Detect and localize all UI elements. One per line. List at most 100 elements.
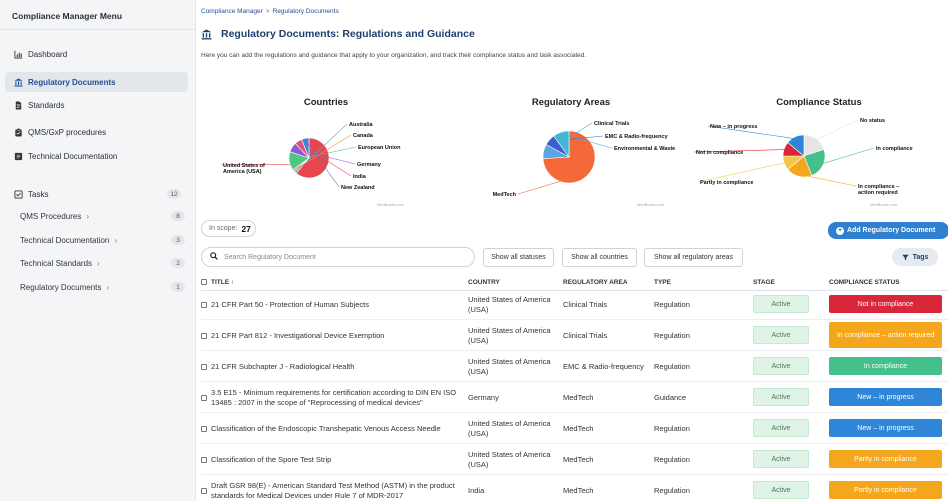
cell-title[interactable]: Draft GSR 98(E) - American Standard Test…	[201, 475, 463, 501]
table-row[interactable]: 3.5 E15 - Minimum requirements for certi…	[201, 382, 948, 413]
cell-type: Guidance	[654, 392, 687, 402]
book-icon	[13, 151, 23, 161]
cell-title[interactable]: 21 CFR Subchapter J - Radiological Healt…	[201, 351, 463, 382]
table-row[interactable]: Draft GSR 98(E) - American Standard Test…	[201, 475, 948, 501]
sidebar-subitem-technical-standards[interactable]: Technical Standards › 2	[20, 255, 188, 271]
row-title[interactable]: Draft GSR 98(E) - American Standard Test…	[211, 481, 461, 501]
column-regulatory-area[interactable]: REGULATORY AREA	[563, 279, 628, 286]
compliance-status-badge[interactable]: New – in progress	[829, 388, 942, 406]
breadcrumb-root-link[interactable]: Compliance Manager	[201, 8, 263, 15]
sidebar-subitem-qms-procedures[interactable]: QMS Procedures › 8	[20, 208, 188, 224]
bank-icon	[201, 29, 212, 40]
tags-filter-button[interactable]: Tags	[892, 248, 938, 266]
cell-country: United States of America (USA)	[468, 418, 551, 438]
select-all-checkbox[interactable]	[201, 279, 207, 286]
sidebar-item-label: Tasks	[28, 189, 49, 199]
search-icon	[210, 252, 218, 262]
pie-slice-label: India	[353, 174, 367, 180]
sidebar-item-regulatory-documents[interactable]: Regulatory Documents	[5, 72, 188, 92]
row-checkbox[interactable]	[201, 363, 207, 370]
pie-leader-line	[821, 147, 875, 165]
pie-slice-label: New Zealand	[341, 185, 375, 191]
compliance-status-badge[interactable]: New – in progress	[829, 419, 942, 437]
row-checkbox[interactable]	[201, 301, 207, 308]
compliance-status-badge[interactable]: Partly in compliance	[829, 481, 942, 499]
column-title[interactable]: TITLE ↑	[201, 279, 234, 286]
page-title: Regulatory Documents: Regulations and Gu…	[201, 28, 475, 40]
checkbox-icon	[13, 189, 23, 199]
cell-title[interactable]: 21 CFR Part 812 - Investigational Device…	[201, 320, 463, 351]
row-checkbox[interactable]	[201, 425, 207, 432]
cell-area: MedTech	[563, 454, 594, 464]
filter-countries-button[interactable]: Show all countries	[562, 248, 637, 267]
row-title[interactable]: 3.5 E15 - Minimum requirements for certi…	[211, 388, 461, 408]
compliance-status-badge[interactable]: Not in compliance	[829, 295, 942, 313]
cell-type: Regulation	[654, 423, 690, 433]
row-checkbox[interactable]	[201, 456, 207, 463]
cell-type: Regulation	[654, 330, 690, 340]
cell-type: Regulation	[654, 361, 690, 371]
cell-title[interactable]: 3.5 E15 - Minimum requirements for certi…	[201, 382, 463, 413]
chart-regulatory-areas: Regulatory Areas MedTech Clinical Trials E…	[446, 90, 696, 210]
cell-title[interactable]: 21 CFR Part 50 - Protection of Human Sub…	[201, 289, 463, 320]
cell-area: MedTech	[563, 392, 594, 402]
compliance-status-badge[interactable]: In compliance – action required	[829, 322, 942, 348]
chart-watermark: MedBoard.com	[377, 202, 405, 207]
table-row[interactable]: 21 CFR Subchapter J - Radiological Healt…	[201, 351, 948, 382]
filter-funnel-icon	[901, 254, 909, 260]
cell-title[interactable]: Classification of the Endoscopic Transhe…	[201, 413, 463, 444]
table-row[interactable]: Classification of the Endoscopic Transhe…	[201, 413, 948, 444]
pie-slice-label: EMC & Radio-frequency	[605, 134, 669, 140]
chevron-right-icon: ›	[97, 258, 100, 268]
row-title[interactable]: 21 CFR Part 812 - Investigational Device…	[211, 331, 384, 341]
compliance-status-badge[interactable]: In compliance	[829, 357, 942, 375]
sidebar-item-label: Technical Documentation	[28, 151, 118, 161]
filter-statuses-button[interactable]: Show all statuses	[483, 248, 554, 267]
sidebar-subitem-regulatory-documents[interactable]: Regulatory Documents › 1	[20, 279, 188, 295]
add-regulatory-document-button[interactable]: + Add Regulatory Document	[828, 222, 948, 239]
pie-slice-label: In compliance – action required	[858, 184, 899, 196]
row-checkbox[interactable]	[201, 332, 207, 339]
chart-compliance-status: Compliance Status No status In compliance…	[694, 90, 944, 210]
tasks-count-badge: 12	[167, 189, 181, 199]
sidebar-item-dashboard[interactable]: Dashboard	[5, 44, 188, 64]
sidebar-subitem-technical-documentation[interactable]: Technical Documentation › 3	[20, 232, 188, 248]
sidebar-item-qms-procedures[interactable]: QMS/GxP procedures	[5, 122, 188, 142]
sidebar-item-standards[interactable]: Standards	[5, 95, 188, 115]
search-input[interactable]	[224, 253, 464, 261]
row-title[interactable]: Classification of the Endoscopic Transhe…	[211, 424, 441, 434]
cell-country: Germany	[468, 392, 499, 402]
table-row[interactable]: 21 CFR Part 812 - Investigational Device…	[201, 320, 948, 351]
page-intro: Here you can add the regulations and gui…	[201, 52, 587, 59]
chevron-right-icon: ›	[86, 211, 90, 221]
cell-country: United States of America (USA)	[468, 325, 551, 345]
table-row[interactable]: Classification of the Spore Test Strip U…	[201, 444, 948, 475]
plus-circle-icon: +	[836, 226, 844, 235]
chart-watermark: MedBoard.com	[870, 202, 898, 207]
document-icon	[13, 100, 23, 110]
cell-title[interactable]: Classification of the Spore Test Strip	[201, 444, 463, 475]
chart-countries: Countries United States of America (USA) A…	[201, 90, 451, 210]
row-title[interactable]: 21 CFR Part 50 - Protection of Human Sub…	[211, 300, 369, 310]
sidebar-item-technical-documentation[interactable]: Technical Documentation	[5, 146, 188, 166]
table-row[interactable]: 21 CFR Part 50 - Protection of Human Sub…	[201, 289, 948, 320]
page-title-text: Regulatory Documents: Regulations and Gu…	[221, 28, 475, 40]
pie-slice-label: United States of America (USA)	[223, 163, 265, 175]
sidebar-subitem-label: Regulatory Documents	[20, 282, 102, 292]
pie-chart-svg: United States of America (USA) Australia Ca…	[220, 122, 405, 207]
chart-watermark: MedBoard.com	[637, 202, 665, 207]
row-checkbox[interactable]	[201, 487, 207, 494]
column-stage[interactable]: STAGE	[753, 279, 775, 286]
sidebar-item-tasks[interactable]: Tasks 12	[5, 184, 188, 204]
row-title[interactable]: 21 CFR Subchapter J - Radiological Healt…	[211, 362, 354, 372]
chevron-right-icon: ›	[114, 235, 118, 245]
column-country[interactable]: COUNTRY	[468, 279, 500, 286]
count-badge: 3	[171, 235, 185, 245]
column-type[interactable]: TYPE	[654, 279, 671, 286]
row-title[interactable]: Classification of the Spore Test Strip	[211, 455, 331, 465]
filter-regulatory-areas-button[interactable]: Show all regulatory areas	[644, 248, 743, 267]
column-compliance-status[interactable]: COMPLIANCE STATUS	[829, 279, 900, 286]
compliance-status-badge[interactable]: Partly in compliance	[829, 450, 942, 468]
row-checkbox[interactable]	[201, 394, 207, 401]
tags-button-label: Tags	[912, 253, 929, 261]
